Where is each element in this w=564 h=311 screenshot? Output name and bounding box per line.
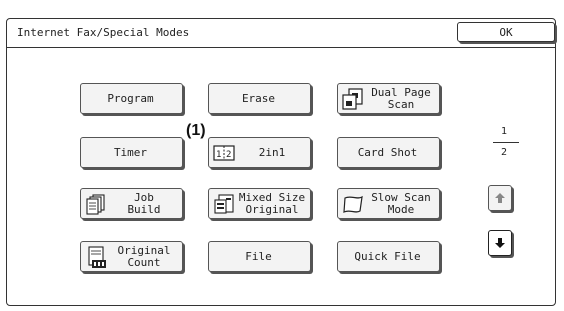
slow-scan-icon (341, 192, 365, 216)
erase-button[interactable]: Erase (208, 83, 311, 114)
page-divider (493, 142, 519, 143)
svg-text:2: 2 (226, 150, 231, 160)
erase-label: Erase (241, 91, 276, 105)
mixed-size-original-icon (212, 192, 236, 216)
program-label: Program (107, 91, 154, 105)
timer-button[interactable]: Timer (80, 137, 183, 168)
callout-label: (1) (186, 122, 206, 139)
mixed-size-original-button[interactable]: Mixed Size Original (208, 188, 311, 219)
page-current: 1 (501, 126, 508, 137)
original-count-label: Original Count (117, 243, 171, 269)
job-build-label: Job Build (127, 190, 161, 216)
down-arrow-icon (494, 234, 506, 253)
job-build-button[interactable]: Job Build (80, 188, 183, 219)
dual-page-scan-label: Dual Page Scan (371, 85, 431, 111)
mixed-size-original-label: Mixed Size Original (238, 190, 306, 216)
two-in-one-icon: 1 2 (212, 141, 236, 165)
original-count-button[interactable]: Original Count (80, 241, 183, 272)
page-total: 2 (501, 147, 508, 158)
two-in-one-label: 2in1 (258, 145, 286, 159)
card-shot-label: Card Shot (357, 145, 418, 159)
dual-page-scan-button[interactable]: Dual Page Scan (337, 83, 440, 114)
svg-text:1: 1 (216, 150, 221, 160)
up-arrow-icon (494, 189, 506, 208)
slow-scan-mode-label: Slow Scan Mode (371, 190, 431, 216)
dialog-titlebar: Internet Fax/Special Modes OK (7, 19, 555, 48)
timer-label: Timer (113, 145, 148, 159)
program-button[interactable]: Program (80, 83, 183, 114)
quick-file-label: Quick File (354, 249, 421, 263)
dialog-title: Internet Fax/Special Modes (17, 26, 190, 39)
card-shot-button[interactable]: Card Shot (337, 137, 440, 168)
slow-scan-mode-button[interactable]: Slow Scan Mode (337, 188, 440, 219)
ok-button[interactable]: OK (457, 22, 555, 42)
two-in-one-button[interactable]: 1 2 2in1 (208, 137, 311, 168)
quick-file-button[interactable]: Quick File (337, 241, 440, 272)
job-build-icon (84, 192, 108, 216)
file-label: File (245, 249, 272, 263)
dual-page-scan-icon (341, 87, 365, 111)
page-up-button[interactable] (488, 185, 512, 211)
page-down-button[interactable] (488, 230, 512, 256)
original-count-icon (84, 245, 108, 269)
file-button[interactable]: File (208, 241, 311, 272)
